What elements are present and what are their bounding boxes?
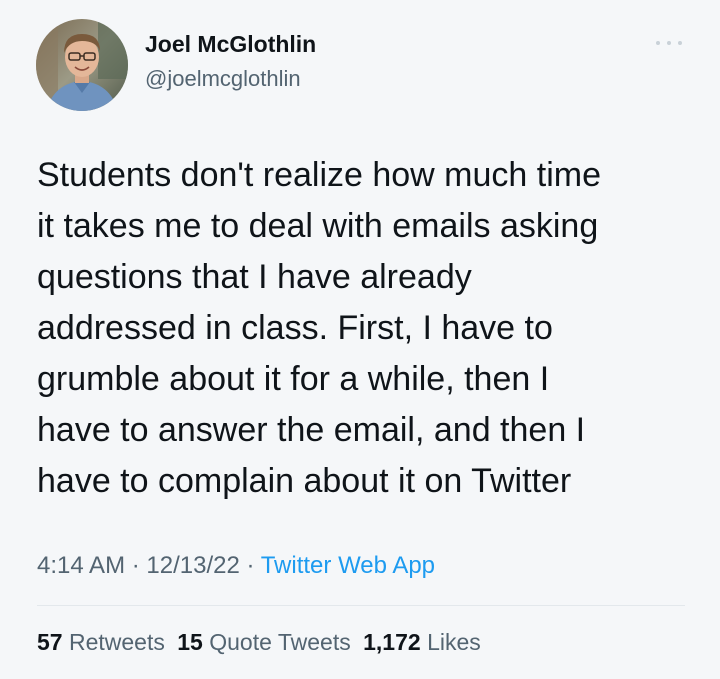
likes-label: Likes — [427, 629, 481, 655]
engagement-stats: 57 Retweets 15 Quote Tweets 1,172 Likes — [37, 629, 487, 656]
tweet-text-line: questions that I have already — [37, 258, 472, 296]
tweet-text-line: addressed in class. First, I have to — [37, 309, 553, 347]
tweet-card: Joel McGlothlin @joelmcglothlin Students… — [0, 0, 720, 679]
meta-separator: · — [125, 552, 147, 579]
tweet-time[interactable]: 4:14 AM — [37, 552, 125, 579]
dot-icon — [667, 41, 671, 45]
quote-tweets-label: Quote Tweets — [209, 629, 351, 655]
tweet-text-line: grumble about it for a while, then I — [37, 360, 550, 398]
tweet-date[interactable]: 12/13/22 — [146, 552, 239, 579]
author-name[interactable]: Joel McGlothlin — [145, 31, 316, 58]
tweet-source-link[interactable]: Twitter Web App — [261, 552, 435, 579]
retweets-label: Retweets — [68, 629, 165, 655]
avatar-image — [36, 19, 128, 111]
dot-icon — [656, 41, 660, 45]
likes-stat[interactable]: 1,172 Likes — [363, 629, 481, 655]
more-options-icon[interactable] — [656, 38, 682, 48]
tweet-text-line: have to complain about it on Twitter — [37, 462, 572, 500]
quote-tweets-count: 15 — [177, 629, 203, 655]
likes-count: 1,172 — [363, 629, 421, 655]
avatar[interactable] — [36, 19, 128, 111]
retweets-stat[interactable]: 57 Retweets — [37, 629, 165, 655]
dot-icon — [678, 41, 682, 45]
divider — [37, 605, 685, 606]
tweet-meta: 4:14 AM · 12/13/22 · Twitter Web App — [37, 552, 435, 580]
quote-tweets-stat[interactable]: 15 Quote Tweets — [177, 629, 350, 655]
tweet-text-line: Students don't realize how much time — [37, 156, 602, 194]
author-handle[interactable]: @joelmcglothlin — [145, 66, 301, 92]
tweet-text-line: have to answer the email, and then I — [37, 411, 586, 449]
meta-separator: · — [239, 552, 261, 579]
tweet-text: Students don't realize how much time it … — [37, 150, 697, 507]
retweets-count: 57 — [37, 629, 63, 655]
tweet-text-line: it takes me to deal with emails asking — [37, 207, 599, 245]
